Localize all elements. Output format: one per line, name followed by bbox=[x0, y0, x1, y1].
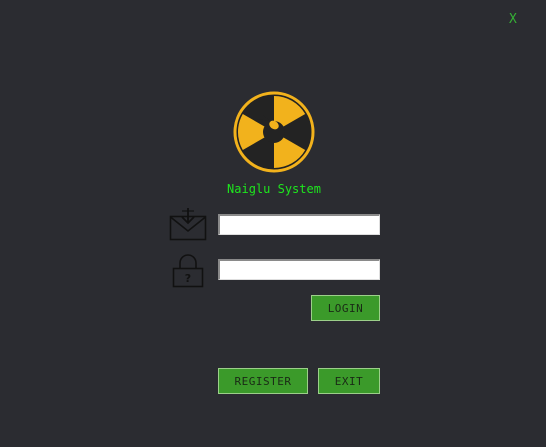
radiation-icon bbox=[233, 91, 315, 173]
register-button[interactable]: REGISTER bbox=[218, 368, 308, 394]
email-field[interactable] bbox=[218, 214, 380, 235]
password-field[interactable] bbox=[218, 259, 380, 280]
padlock-question-icon: ? bbox=[172, 254, 204, 288]
login-button[interactable]: LOGIN bbox=[311, 295, 380, 321]
lock-question-mark: ? bbox=[185, 272, 191, 285]
close-button[interactable]: X bbox=[509, 12, 517, 27]
app-title: Naiglu System bbox=[227, 182, 321, 196]
exit-button[interactable]: EXIT bbox=[318, 368, 380, 394]
mail-download-icon bbox=[169, 208, 207, 241]
